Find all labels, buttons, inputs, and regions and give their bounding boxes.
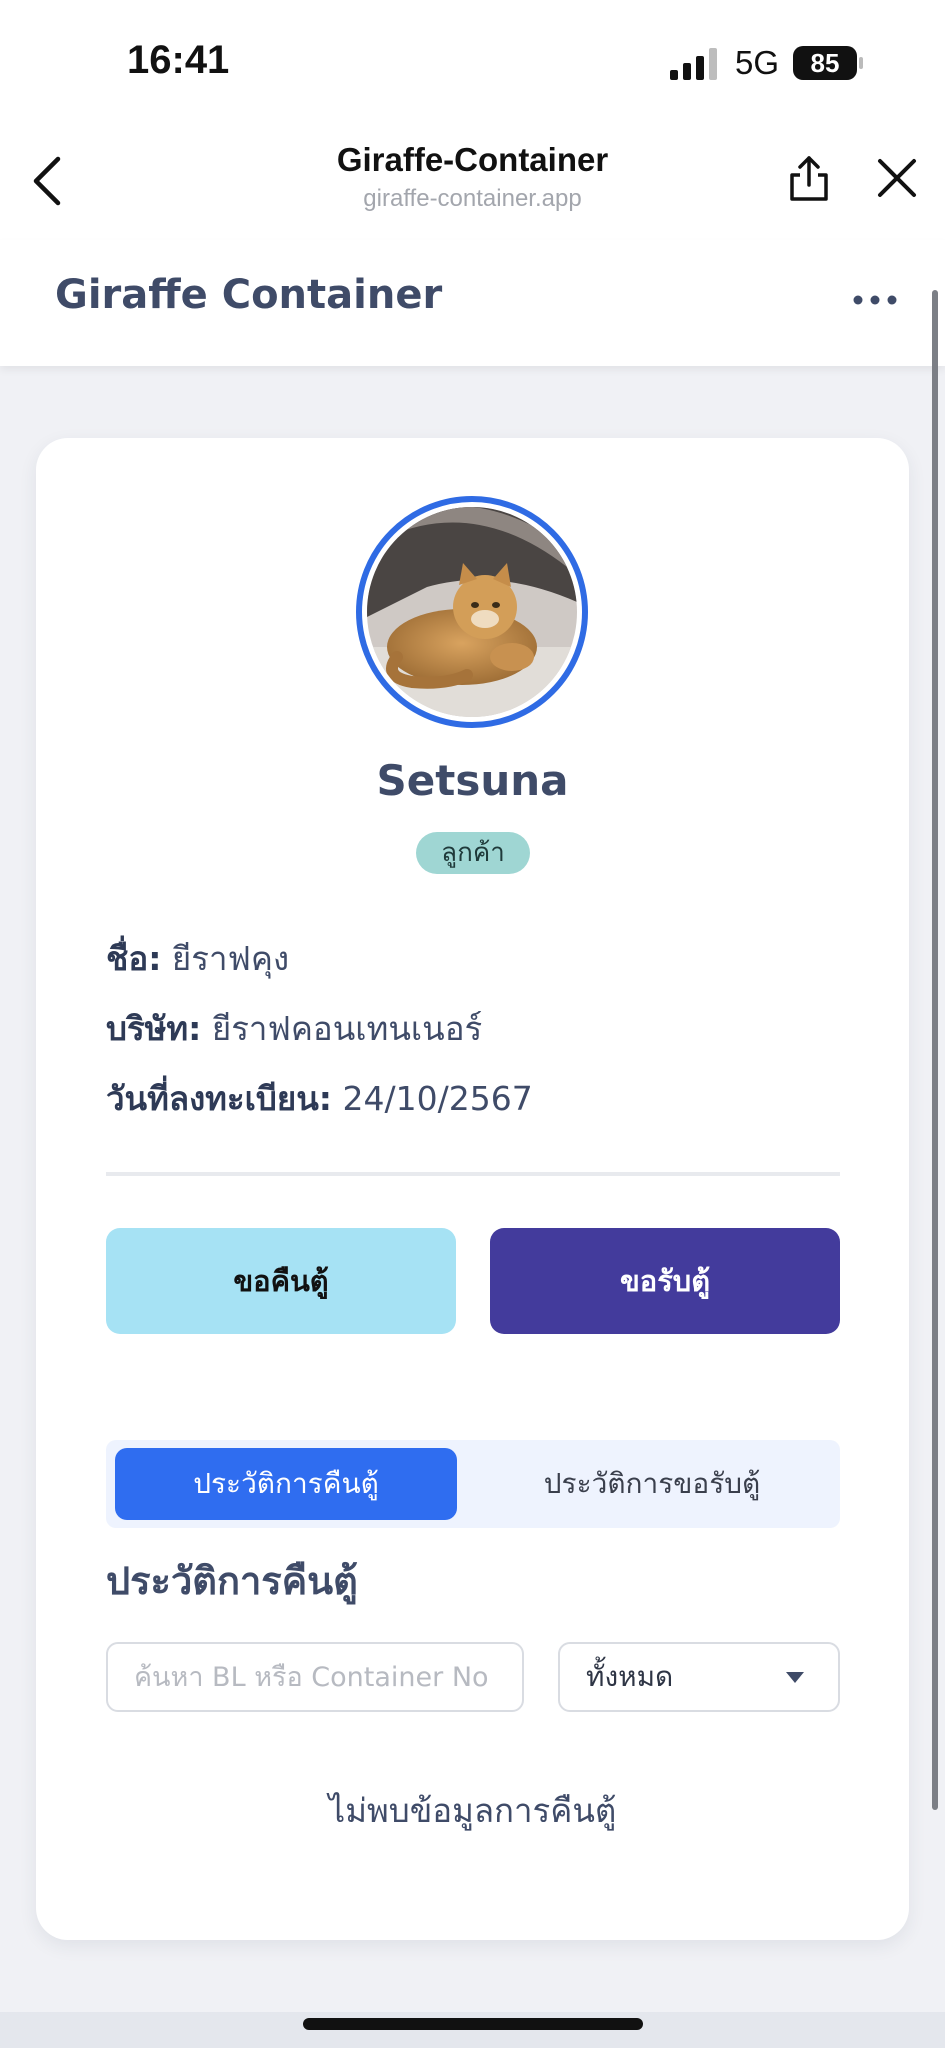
info-name-label: ชื่อ:: [106, 939, 162, 978]
section-title: ประวัติการคืนตู้: [106, 1559, 358, 1603]
empty-state-message: ไม่พบข้อมูลการคืนตู้: [328, 1791, 617, 1830]
battery-icon: 85: [793, 46, 863, 80]
more-horizontal-icon[interactable]: [850, 285, 900, 315]
signal-icon: [670, 48, 717, 80]
close-icon[interactable]: [874, 155, 920, 201]
app-title: Giraffe Container: [55, 272, 443, 318]
browser-toolbar: Giraffe-Container giraffe-container.app: [0, 125, 945, 240]
history-tabs: ประวัติการคืนตู้ ประวัติการขอรับตู้: [106, 1440, 840, 1528]
avatar-image: [367, 507, 577, 717]
page-scrollbar[interactable]: [932, 290, 938, 1810]
info-registered-label: วันที่ลงทะเบียน:: [106, 1079, 332, 1118]
network-type: 5G: [735, 44, 780, 81]
battery-level: 85: [793, 46, 857, 80]
search-input[interactable]: [106, 1642, 524, 1712]
status-time: 16:41: [127, 38, 230, 82]
info-company-row: บริษัท: ยีราฟคอนเทนเนอร์: [106, 1002, 482, 1055]
role-badge: ลูกค้า: [416, 832, 530, 874]
info-company-value: ยีราฟคอนเทนเนอร์: [211, 1009, 483, 1048]
info-company-label: บริษัท:: [106, 1009, 202, 1048]
home-indicator[interactable]: [303, 2018, 643, 2030]
battery-tip: [859, 57, 863, 69]
info-registered-value: 24/10/2567: [342, 1079, 533, 1118]
divider: [106, 1172, 840, 1176]
chevron-down-icon: [786, 1672, 804, 1683]
filter-select[interactable]: ทั้งหมด: [558, 1642, 840, 1712]
app-header: Giraffe Container: [0, 240, 945, 366]
share-icon[interactable]: [785, 153, 833, 203]
info-name-row: ชื่อ: ยีราฟคุง: [106, 932, 289, 985]
info-registered-row: วันที่ลงทะเบียน: 24/10/2567: [106, 1072, 533, 1125]
tab-request-history[interactable]: ประวัติการขอรับตู้: [481, 1448, 823, 1520]
status-bar: 16:41 5G 85: [0, 0, 945, 125]
profile-card: Setsuna ลูกค้า ชื่อ: ยีราฟคุง บริษัท: ยี…: [36, 438, 909, 1940]
return-container-button[interactable]: ขอคืนตู้: [106, 1228, 456, 1334]
avatar: [356, 496, 588, 728]
info-name-value: ยีราฟคุง: [171, 939, 290, 978]
profile-username: Setsuna: [376, 756, 569, 805]
filter-value: ทั้งหมด: [586, 1660, 674, 1693]
request-container-button[interactable]: ขอรับตู้: [490, 1228, 840, 1334]
tab-return-history[interactable]: ประวัติการคืนตู้: [115, 1448, 457, 1520]
